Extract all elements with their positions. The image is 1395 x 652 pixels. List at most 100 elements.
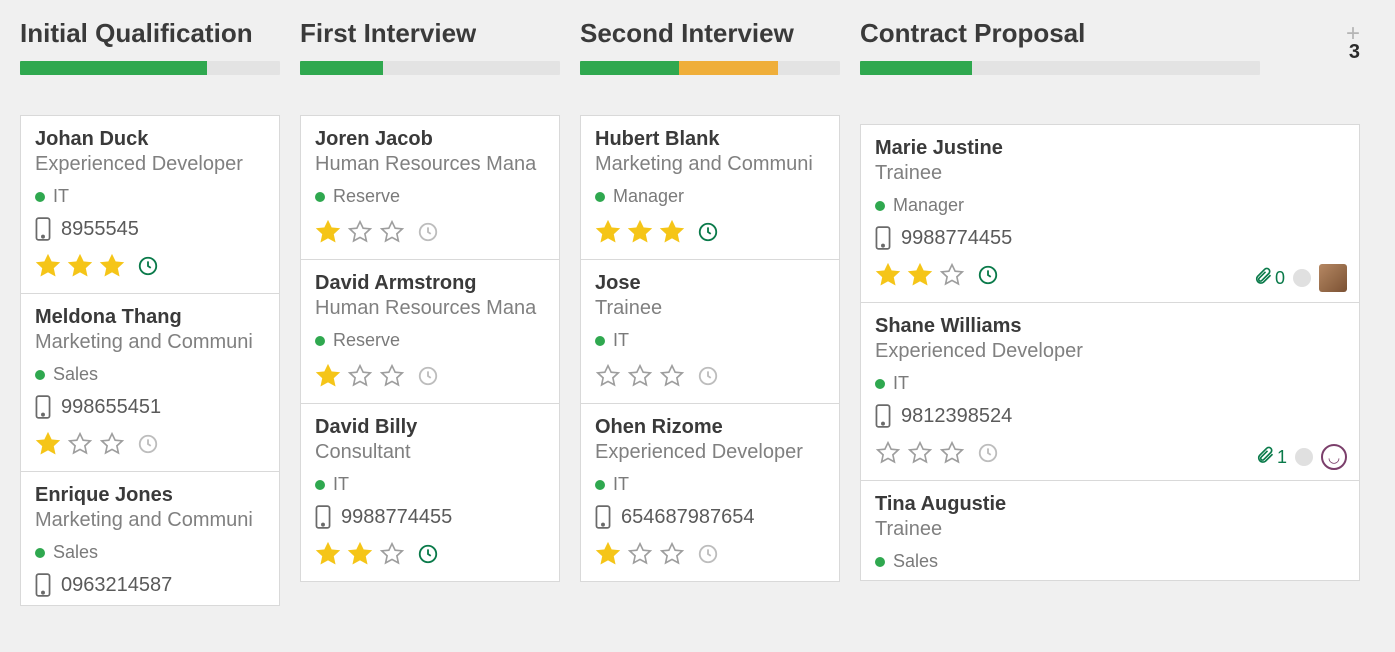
candidate-role: Experienced Developer	[875, 340, 1345, 363]
status-dot-icon	[595, 336, 605, 346]
phone-row: 998655451	[35, 395, 265, 419]
candidate-card[interactable]: Joren JacobHuman Resources ManaReserve	[301, 116, 559, 260]
star-empty-icon[interactable]	[627, 363, 653, 389]
rating-row[interactable]	[315, 363, 545, 389]
candidate-card[interactable]: Johan DuckExperienced DeveloperIT8955545	[21, 116, 279, 294]
phone-number: 8955545	[61, 218, 139, 241]
tag-label: Sales	[893, 551, 938, 572]
star-filled-icon[interactable]	[99, 253, 125, 279]
star-empty-icon[interactable]	[379, 363, 405, 389]
star-empty-icon[interactable]	[939, 262, 965, 288]
star-empty-icon[interactable]	[939, 440, 965, 466]
star-empty-icon[interactable]	[659, 363, 685, 389]
star-filled-icon[interactable]	[595, 219, 621, 245]
tag-label: IT	[53, 186, 69, 207]
tag-label: Sales	[53, 364, 98, 385]
rating-row[interactable]	[595, 219, 825, 245]
attachment-indicator[interactable]: 0	[1253, 266, 1285, 291]
star-filled-icon[interactable]	[315, 219, 341, 245]
tag-label: IT	[613, 474, 629, 495]
star-filled-icon[interactable]	[907, 262, 933, 288]
star-empty-icon[interactable]	[595, 363, 621, 389]
star-filled-icon[interactable]	[875, 262, 901, 288]
paperclip-icon	[1255, 445, 1275, 470]
star-filled-icon[interactable]	[627, 219, 653, 245]
star-empty-icon[interactable]	[347, 363, 373, 389]
star-filled-icon[interactable]	[315, 363, 341, 389]
activity-clock-icon[interactable]	[137, 433, 159, 455]
smile-avatar-icon[interactable]: ◡	[1321, 444, 1347, 470]
tag-row: Sales	[35, 542, 265, 563]
activity-clock-icon[interactable]	[977, 442, 999, 464]
activity-clock-icon[interactable]	[417, 221, 439, 243]
tag-label: IT	[893, 373, 909, 394]
tag-label: IT	[333, 474, 349, 495]
mobile-phone-icon	[35, 573, 51, 597]
candidate-card[interactable]: JoseTraineeIT	[581, 260, 839, 404]
attachment-indicator[interactable]: 1	[1255, 445, 1287, 470]
candidate-card[interactable]: Tina AugustieTraineeSales	[861, 481, 1359, 580]
activity-clock-icon[interactable]	[977, 264, 999, 286]
activity-clock-icon[interactable]	[417, 365, 439, 387]
column-title: Second Interview	[580, 18, 794, 49]
phone-number: 9988774455	[341, 506, 452, 529]
activity-clock-icon[interactable]	[417, 543, 439, 565]
activity-clock-icon[interactable]	[697, 365, 719, 387]
candidate-card[interactable]: Meldona ThangMarketing and CommuniSales9…	[21, 294, 279, 472]
status-dot-icon	[595, 480, 605, 490]
card-list: Joren JacobHuman Resources ManaReserveDa…	[300, 115, 560, 582]
candidate-name: Joren Jacob	[315, 128, 545, 151]
star-filled-icon[interactable]	[67, 253, 93, 279]
star-empty-icon[interactable]	[907, 440, 933, 466]
kanban-column: Initial QualificationJohan DuckExperienc…	[20, 18, 280, 634]
rating-row[interactable]	[595, 363, 825, 389]
tag-label: Reserve	[333, 330, 400, 351]
phone-row: 9988774455	[875, 226, 1345, 250]
candidate-card[interactable]: David BillyConsultantIT9988774455	[301, 404, 559, 581]
rating-row[interactable]	[315, 541, 545, 567]
candidate-card[interactable]: Enrique JonesMarketing and CommuniSales0…	[21, 472, 279, 605]
user-avatar[interactable]	[1319, 264, 1347, 292]
star-filled-icon[interactable]	[347, 541, 373, 567]
star-filled-icon[interactable]	[315, 541, 341, 567]
activity-clock-icon[interactable]	[697, 221, 719, 243]
tag-row: IT	[595, 474, 825, 495]
star-empty-icon[interactable]	[627, 541, 653, 567]
status-dot-icon	[315, 480, 325, 490]
star-filled-icon[interactable]	[659, 219, 685, 245]
star-empty-icon[interactable]	[875, 440, 901, 466]
rating-row[interactable]	[35, 431, 265, 457]
candidate-name: Hubert Blank	[595, 128, 825, 151]
phone-row: 8955545	[35, 217, 265, 241]
column-title: Initial Qualification	[20, 18, 253, 49]
candidate-role: Marketing and Communi	[35, 331, 265, 354]
star-empty-icon[interactable]	[347, 219, 373, 245]
rating-row[interactable]	[595, 541, 825, 567]
progress-segment	[580, 61, 679, 75]
column-progress-bar	[580, 61, 840, 75]
star-empty-icon[interactable]	[99, 431, 125, 457]
rating-row[interactable]	[315, 219, 545, 245]
star-empty-icon[interactable]	[379, 219, 405, 245]
status-dot-icon	[315, 336, 325, 346]
state-dot-icon	[1295, 448, 1313, 466]
activity-clock-icon[interactable]	[137, 255, 159, 277]
star-empty-icon[interactable]	[379, 541, 405, 567]
candidate-card[interactable]: Marie JustineTraineeManager99887744550	[861, 125, 1359, 303]
star-empty-icon[interactable]	[659, 541, 685, 567]
tag-row: IT	[35, 186, 265, 207]
star-empty-icon[interactable]	[67, 431, 93, 457]
candidate-card[interactable]: Shane WilliamsExperienced DeveloperIT981…	[861, 303, 1359, 481]
candidate-card[interactable]: Ohen RizomeExperienced DeveloperIT654687…	[581, 404, 839, 581]
candidate-card[interactable]: Hubert BlankMarketing and CommuniManager	[581, 116, 839, 260]
star-filled-icon[interactable]	[595, 541, 621, 567]
rating-row[interactable]	[35, 253, 265, 279]
phone-number: 998655451	[61, 396, 161, 419]
candidate-card[interactable]: David ArmstrongHuman Resources ManaReser…	[301, 260, 559, 404]
kanban-column: Second Interview Hubert BlankMarketing an…	[580, 18, 840, 634]
phone-number: 0963214587	[61, 574, 172, 597]
star-filled-icon[interactable]	[35, 431, 61, 457]
attachment-count: 0	[1275, 268, 1285, 289]
activity-clock-icon[interactable]	[697, 543, 719, 565]
star-filled-icon[interactable]	[35, 253, 61, 279]
